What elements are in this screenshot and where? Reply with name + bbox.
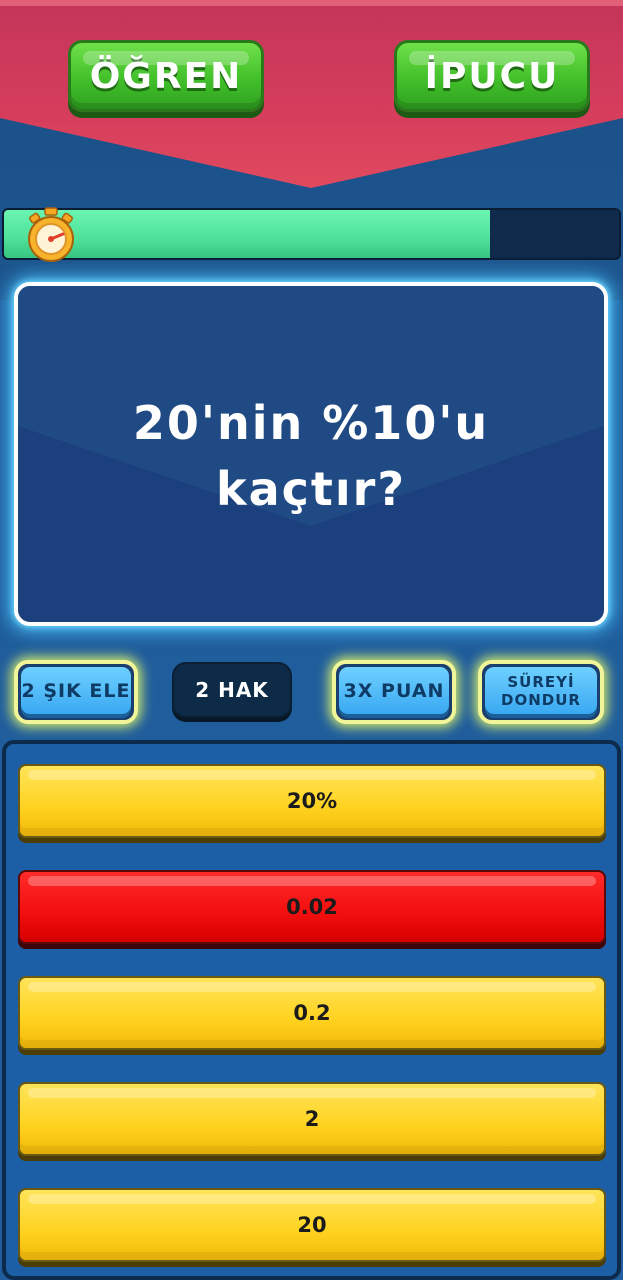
answer-option-label: 20: [297, 1213, 327, 1237]
eliminate-two-joker-button[interactable]: 2 ŞIK ELE: [14, 660, 138, 724]
answer-option-3[interactable]: 0.2: [18, 976, 606, 1050]
eliminate-two-joker-label: 2 ŞIK ELE: [21, 667, 131, 714]
lives-joker-label: 2 HAK: [195, 678, 269, 702]
learn-button[interactable]: ÖĞREN: [68, 40, 264, 112]
answer-option-5[interactable]: 20: [18, 1188, 606, 1262]
freeze-time-joker-button[interactable]: SÜREYİ DONDUR: [478, 660, 604, 724]
lives-joker-button[interactable]: 2 HAK: [172, 662, 292, 718]
question-card: 20'nin %10'u kaçtır?: [14, 282, 608, 626]
answer-option-4[interactable]: 2: [18, 1082, 606, 1156]
question-text: 20'nin %10'u kaçtır?: [132, 396, 490, 516]
answer-option-label: 2: [304, 1107, 320, 1131]
answer-option-label: 0.02: [286, 895, 338, 919]
answer-option-label: 0.2: [293, 1001, 331, 1025]
timer-bar: [2, 208, 621, 260]
freeze-time-joker-label: SÜREYİ DONDUR: [485, 667, 597, 714]
learn-button-label: ÖĞREN: [89, 55, 243, 97]
answer-option-label: 20%: [286, 789, 338, 813]
answer-option-1[interactable]: 20%: [18, 764, 606, 838]
stopwatch-icon: [28, 207, 74, 262]
hint-button-label: İPUCU: [424, 55, 560, 97]
triple-points-joker-label: 3X PUAN: [339, 667, 449, 714]
hint-button[interactable]: İPUCU: [394, 40, 590, 112]
banner-edge: [0, 0, 623, 6]
answer-option-2[interactable]: 0.02: [18, 870, 606, 944]
triple-points-joker-button[interactable]: 3X PUAN: [332, 660, 456, 724]
